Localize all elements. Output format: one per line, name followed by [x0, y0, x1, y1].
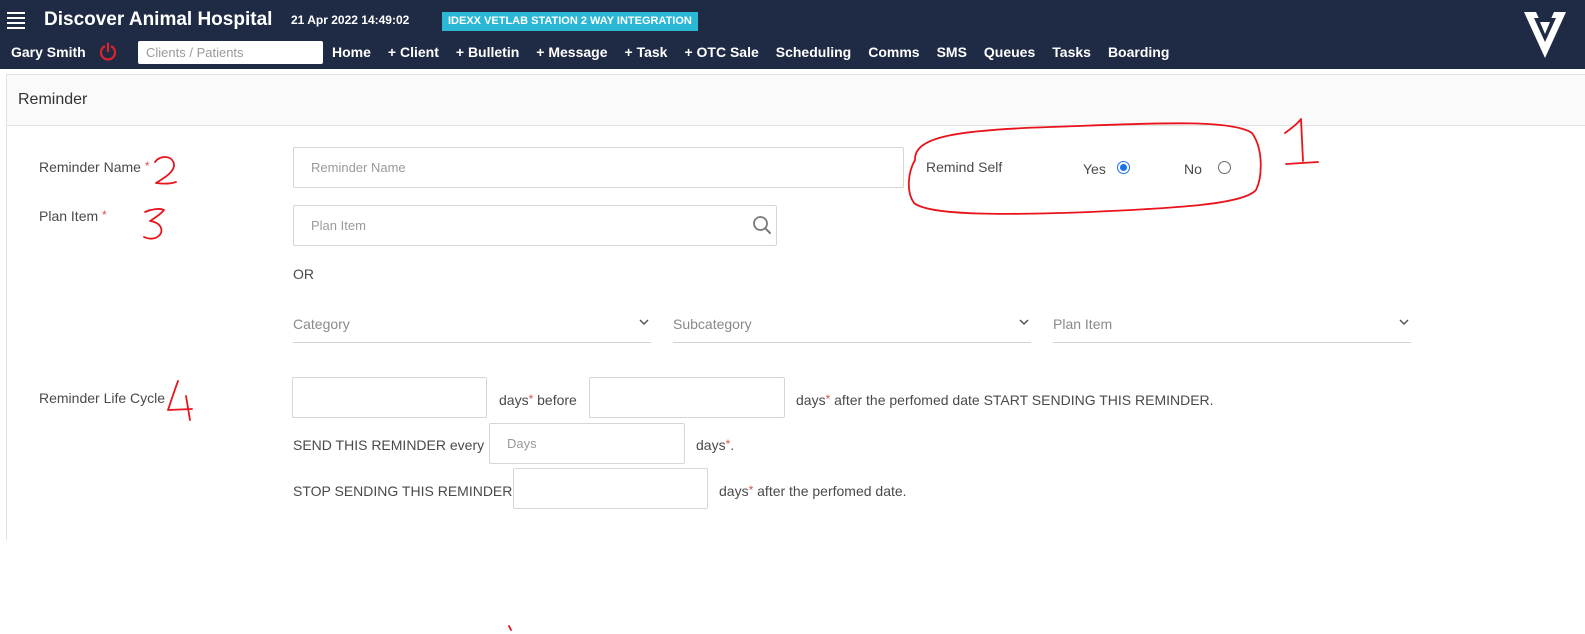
- days-before-input[interactable]: [292, 377, 487, 418]
- days-before-text: days* before: [499, 392, 577, 408]
- remind-self-yes-label: Yes: [1083, 161, 1106, 177]
- search-icon[interactable]: [752, 215, 772, 235]
- nav-add-bulletin[interactable]: + Bulletin: [456, 44, 519, 60]
- nav-tasks[interactable]: Tasks: [1052, 44, 1091, 60]
- remind-self-no-radio[interactable]: [1218, 161, 1231, 174]
- chevron-down-icon: [1019, 319, 1029, 326]
- plan-item-input[interactable]: [293, 205, 777, 246]
- app-logo-icon[interactable]: [1522, 8, 1568, 60]
- main-nav: Home + Client + Bulletin + Message + Tas…: [332, 44, 1186, 60]
- subcategory-select[interactable]: Subcategory: [673, 306, 1031, 343]
- plan-item-select[interactable]: Plan Item: [1053, 306, 1411, 343]
- top-bar: Discover Animal Hospital 21 Apr 2022 14:…: [0, 0, 1585, 69]
- send-every-label: SEND THIS REMINDER every: [293, 437, 485, 453]
- required-mark: *: [102, 208, 107, 222]
- integration-badge[interactable]: IDEXX VETLAB STATION 2 WAY INTEGRATION: [442, 12, 698, 31]
- plan-item-select-text: Plan Item: [1053, 316, 1113, 332]
- stop-suffix-b: after the perfomed date.: [753, 483, 907, 499]
- page: Discover Animal Hospital 21 Apr 2022 14:…: [0, 0, 1585, 634]
- days-after-text-b: after the perfomed date START SENDING TH…: [830, 392, 1214, 408]
- plan-item-label-text: Plan Item: [39, 208, 99, 224]
- nav-sms[interactable]: SMS: [937, 44, 967, 60]
- nav-queues[interactable]: Queues: [984, 44, 1035, 60]
- required-mark: *: [144, 159, 150, 173]
- send-every-suffix-a: days: [696, 437, 726, 453]
- days-after-input[interactable]: [589, 377, 785, 418]
- nav-add-task[interactable]: + Task: [625, 44, 668, 60]
- hospital-name: Discover Animal Hospital: [44, 9, 273, 30]
- nav-otc-sale[interactable]: + OTC Sale: [684, 44, 758, 60]
- annotation-mark: [508, 625, 512, 631]
- remind-self-no-label: No: [1184, 161, 1202, 177]
- user-name[interactable]: Gary Smith: [11, 44, 86, 60]
- chevron-down-icon: [1399, 319, 1409, 326]
- plan-item-label: Plan Item *: [39, 208, 107, 224]
- nav-home[interactable]: Home: [332, 44, 371, 60]
- reminder-name-input[interactable]: [293, 147, 904, 188]
- reminder-name-label-text: Reminder Name: [39, 159, 141, 175]
- clients-patients-search-input[interactable]: [138, 41, 323, 64]
- nav-boarding[interactable]: Boarding: [1108, 44, 1169, 60]
- category-select[interactable]: Category: [293, 306, 651, 343]
- send-every-suffix-b: .: [730, 437, 735, 453]
- stop-sending-days-input[interactable]: [513, 468, 708, 509]
- panel-header: Reminder: [7, 75, 1585, 126]
- nav-scheduling[interactable]: Scheduling: [776, 44, 851, 60]
- send-every-suffix: days*.: [696, 437, 734, 453]
- days-before-text-b: before: [533, 392, 577, 408]
- nav-add-message[interactable]: + Message: [536, 44, 607, 60]
- stop-sending-suffix: days* after the perfomed date.: [719, 483, 907, 499]
- send-every-days-input[interactable]: [489, 423, 685, 464]
- days-after-text: days* after the perfomed date START SEND…: [796, 392, 1214, 408]
- nav-comms[interactable]: Comms: [868, 44, 919, 60]
- or-label: OR: [293, 266, 314, 282]
- days-before-text-a: days: [499, 392, 529, 408]
- panel-title: Reminder: [18, 91, 88, 108]
- nav-add-client[interactable]: + Client: [388, 44, 439, 60]
- power-logout-icon[interactable]: [98, 42, 118, 62]
- reminder-name-label: Reminder Name *: [39, 159, 150, 175]
- remind-self-yes-radio[interactable]: [1117, 161, 1130, 174]
- chevron-down-icon: [639, 319, 649, 326]
- subcategory-select-text: Subcategory: [673, 316, 752, 332]
- stop-suffix-a: days: [719, 483, 749, 499]
- current-datetime: 21 Apr 2022 14:49:02: [291, 13, 410, 27]
- stop-sending-label: STOP SENDING THIS REMINDER: [293, 483, 513, 499]
- days-after-text-a: days: [796, 392, 826, 408]
- remind-self-label: Remind Self: [926, 159, 1003, 175]
- reminder-life-cycle-label: Reminder Life Cycle: [39, 390, 166, 406]
- category-select-text: Category: [293, 316, 350, 332]
- hamburger-menu-icon[interactable]: [7, 12, 25, 29]
